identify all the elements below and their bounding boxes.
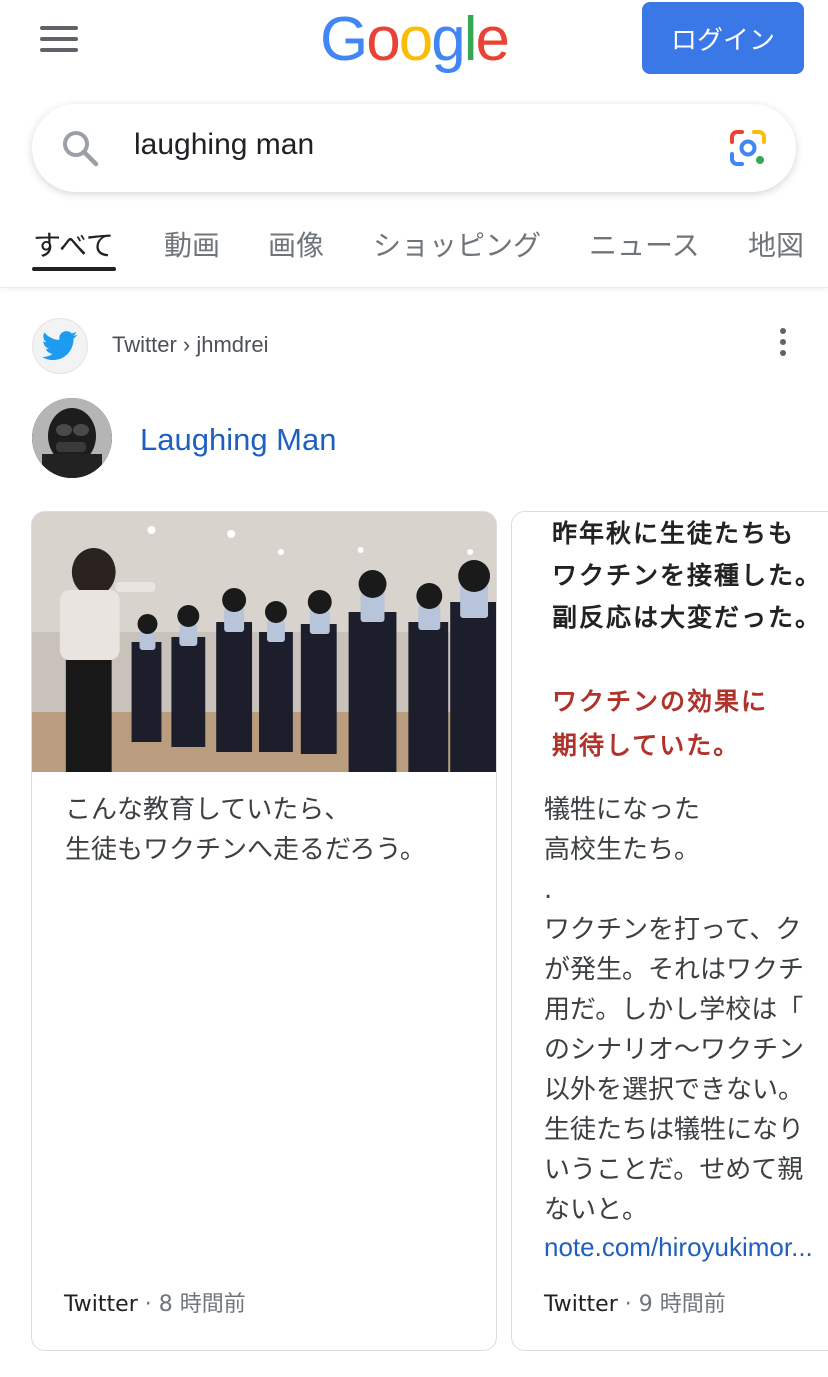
search-bar[interactable]: laughing man xyxy=(32,104,796,192)
twitter-favicon xyxy=(32,318,88,374)
result-source[interactable]: Twitter › jhmdrei xyxy=(112,332,268,358)
tweet-meta: Twitter · 9 時間前 xyxy=(544,1286,726,1318)
active-tab-indicator xyxy=(32,267,116,271)
tweet-source: Twitter xyxy=(544,1292,618,1317)
image-text-line: ワクチンの効果に xyxy=(552,687,769,716)
tab-maps[interactable]: 地図 xyxy=(748,224,804,264)
tab-news[interactable]: ニュース xyxy=(589,224,700,264)
google-lens-icon[interactable] xyxy=(728,128,768,168)
tweet-meta: Twitter · 8 時間前 xyxy=(64,1286,246,1318)
top-bar: Google ログイン xyxy=(0,0,828,90)
result-header: Twitter › jhmdrei xyxy=(32,318,802,374)
tab-images[interactable]: 画像 xyxy=(268,224,324,264)
tweet-image-text: 昨年秋に生徒たちも ワクチンを接種した。 副反応は大変だった。 ワクチンの効果に… xyxy=(512,512,828,772)
google-logo[interactable]: Google xyxy=(320,4,510,75)
image-text-line: 副反応は大変だった。 xyxy=(552,603,823,632)
tweet-text: 犠牲になった 高校生たち。 . ワクチンを打って、ク が発生。それはワクチ 用だ… xyxy=(544,795,805,1225)
image-text-line: ワクチンを接種した。 xyxy=(552,561,823,590)
tweet-photo-choir xyxy=(32,512,496,772)
more-options-icon[interactable] xyxy=(778,328,788,360)
avatar[interactable] xyxy=(32,398,112,478)
tab-shopping[interactable]: ショッピング xyxy=(373,224,541,264)
tweet-card[interactable]: こんな教育していたら、 生徒もワクチンへ走るだろう。 Twitter · 8 時… xyxy=(31,511,497,1351)
profile-name-link[interactable]: Laughing Man xyxy=(140,422,337,458)
tab-all[interactable]: すべて xyxy=(33,224,114,264)
search-icon[interactable] xyxy=(60,128,100,168)
twitter-bird-icon xyxy=(42,331,78,361)
search-input[interactable]: laughing man xyxy=(134,128,314,162)
tweet-link[interactable]: note.com/hiroyukimor... xyxy=(544,1232,813,1263)
login-button[interactable]: ログイン xyxy=(642,2,804,74)
image-text-line: 期待していた。 xyxy=(552,731,741,760)
hamburger-menu-icon[interactable] xyxy=(40,26,80,52)
tweet-time: · 8 時間前 xyxy=(137,1292,246,1317)
tweet-card[interactable]: 昨年秋に生徒たちも ワクチンを接種した。 副反応は大変だった。 ワクチンの効果に… xyxy=(511,511,828,1351)
tweet-source: Twitter xyxy=(64,1292,138,1317)
search-tabs: すべて 動画 画像 ショッピング ニュース 地図 xyxy=(0,210,828,288)
image-text-line: 昨年秋に生徒たちも xyxy=(552,519,796,548)
tweet-time: · 9 時間前 xyxy=(617,1292,726,1317)
avatar-image xyxy=(32,398,112,478)
tab-videos[interactable]: 動画 xyxy=(164,224,220,264)
tweet-text: こんな教育していたら、 生徒もワクチンへ走るだろう。 xyxy=(65,795,426,865)
